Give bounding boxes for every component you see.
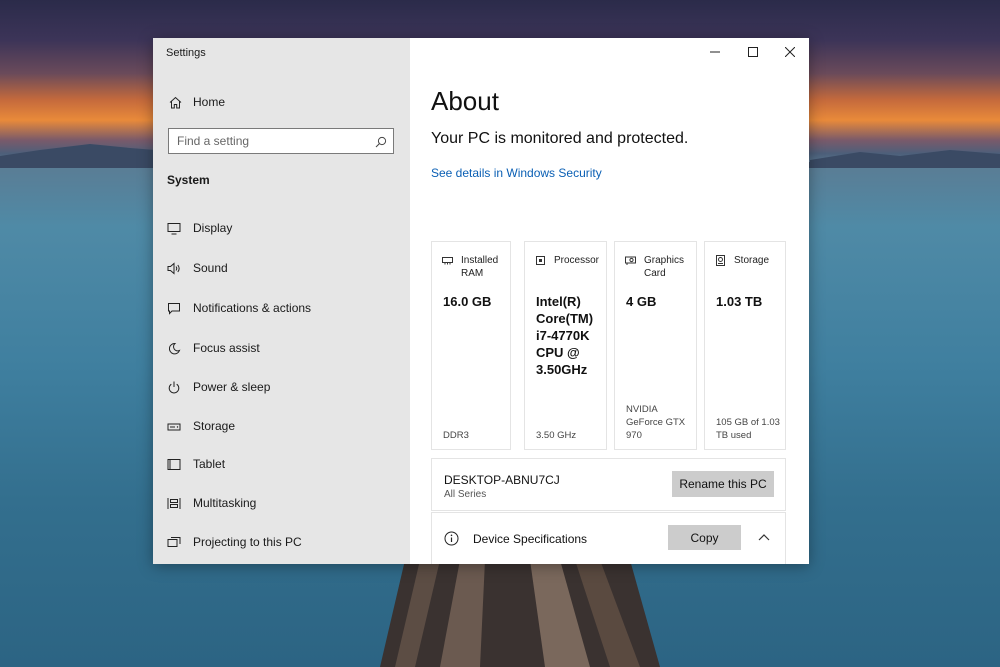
storage-icon [167, 419, 181, 433]
windows-security-link[interactable]: See details in Windows Security [431, 166, 602, 180]
card-value: 16.0 GB [443, 294, 492, 309]
card-graphics: Graphics Card 4 GB NVIDIA GeForce GTX 97… [614, 241, 697, 450]
projecting-icon [167, 535, 181, 549]
settings-window: Settings Home System Display Sound [153, 38, 809, 564]
sidebar-item-tablet[interactable]: Tablet [153, 450, 410, 478]
sidebar-item-label: Multitasking [193, 496, 257, 510]
close-icon [784, 44, 796, 62]
copy-button[interactable]: Copy [668, 525, 741, 550]
close-button[interactable] [771, 38, 809, 68]
protection-status: Your PC is monitored and protected. [431, 130, 689, 147]
page-title: About [431, 86, 499, 116]
power-icon [167, 380, 181, 394]
search-input[interactable] [177, 133, 367, 149]
sidebar-item-projecting[interactable]: Projecting to this PC [153, 528, 410, 556]
sidebar-item-label: Storage [193, 419, 236, 433]
tablet-icon [167, 457, 181, 471]
search-icon[interactable] [375, 135, 387, 148]
ram-icon [442, 255, 453, 266]
card-header-text: Storage [734, 255, 770, 266]
minimize-button[interactable] [696, 38, 734, 68]
pc-name: DESKTOP-ABNU7CJ [444, 473, 560, 487]
pc-name-panel: DESKTOP-ABNU7CJ All Series Rename this P… [431, 458, 786, 511]
maximize-button[interactable] [734, 38, 772, 68]
card-subtext: 105 GB of 1.03 TB used [716, 417, 780, 441]
card-header-text: Installed RAM [461, 255, 499, 279]
card-subtext: NVIDIA GeForce GTX 970 [626, 404, 686, 441]
sidebar-item-notifications[interactable]: Notifications & actions [153, 294, 410, 322]
card-installed-ram: Installed RAM 16.0 GB DDR3 [431, 241, 511, 450]
wallpaper-pier [380, 560, 660, 667]
card-value: 4 GB [626, 294, 657, 309]
notification-icon [167, 301, 181, 315]
home-icon [168, 95, 182, 109]
search-box[interactable] [168, 128, 394, 154]
disk-icon [715, 255, 726, 266]
card-storage: Storage 1.03 TB 105 GB of 1.03 TB used [704, 241, 786, 450]
sidebar-item-power-sleep[interactable]: Power & sleep [153, 373, 410, 401]
sidebar-item-display[interactable]: Display [153, 214, 410, 242]
chevron-up-icon[interactable] [757, 531, 771, 545]
pc-series: All Series [444, 489, 487, 500]
sidebar-item-label: Sound [193, 261, 228, 275]
speaker-icon [167, 261, 181, 275]
multitasking-icon [167, 496, 181, 510]
maximize-icon [748, 44, 758, 62]
sidebar-item-label: Home [193, 95, 226, 109]
card-subtext: 3.50 GHz [536, 430, 577, 441]
cpu-icon [535, 255, 546, 266]
sidebar-item-multitasking[interactable]: Multitasking [153, 489, 410, 517]
minimize-icon [710, 44, 720, 62]
device-specifications-label: Device Specifications [473, 532, 588, 546]
sidebar-item-label: Focus assist [193, 341, 260, 355]
sidebar-item-storage[interactable]: Storage [153, 412, 410, 440]
card-header-text: Graphics Card [644, 255, 685, 279]
card-header-text: Processor [554, 255, 600, 266]
sidebar-item-home[interactable]: Home [153, 88, 410, 116]
device-specifications-panel: Device Specifications Copy [431, 512, 786, 564]
rename-pc-button[interactable]: Rename this PC [672, 471, 774, 497]
card-value: 1.03 TB [716, 294, 763, 309]
sidebar-item-focus-assist[interactable]: Focus assist [153, 334, 410, 362]
sidebar-item-label: Power & sleep [193, 380, 271, 394]
section-label-system: System [167, 173, 210, 187]
card-processor: Processor Intel(R) Core(TM) i7-4770K CPU… [524, 241, 607, 450]
card-value: Intel(R) Core(TM) i7-4770K CPU @ 3.50GHz [536, 294, 594, 377]
sidebar-item-label: Projecting to this PC [193, 535, 302, 549]
monitor-icon [167, 221, 181, 235]
sidebar-item-sound[interactable]: Sound [153, 254, 410, 282]
card-subtext: DDR3 [443, 430, 469, 441]
gpu-icon [625, 255, 636, 266]
moon-icon [167, 341, 181, 355]
sidebar-item-label: Display [193, 221, 233, 235]
sidebar-item-label: Tablet [193, 457, 226, 471]
info-icon [444, 531, 459, 546]
window-title: Settings [166, 47, 206, 59]
sidebar-item-label: Notifications & actions [193, 301, 312, 315]
sidebar: Settings Home System Display Sound [153, 38, 410, 564]
